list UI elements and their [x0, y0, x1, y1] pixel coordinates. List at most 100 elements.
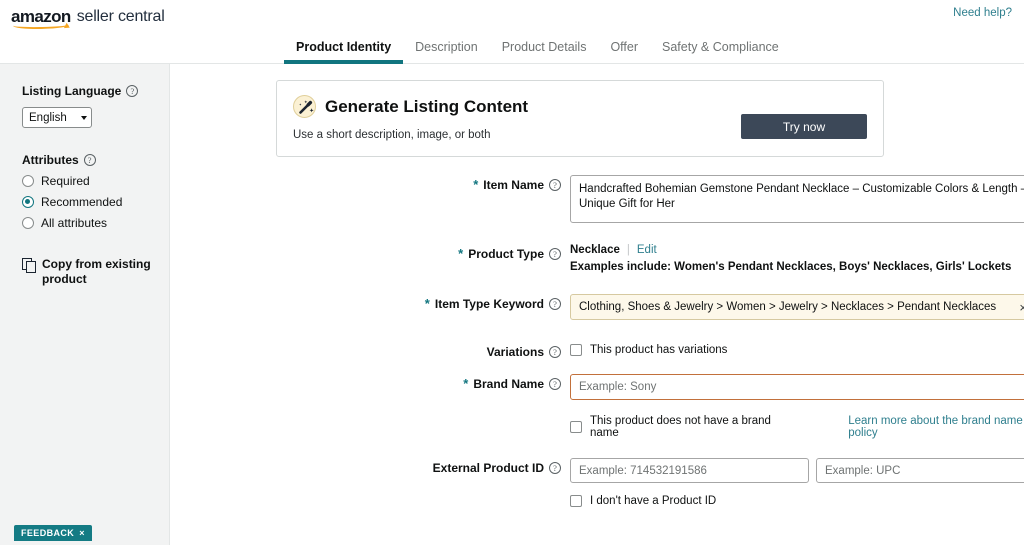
- radio-icon: [22, 175, 34, 187]
- product-type-field: Necklace | Edit Examples include: Women'…: [570, 244, 1024, 273]
- product-type-label-text: Product Type: [468, 247, 544, 261]
- variations-label-text: Variations: [486, 345, 544, 359]
- attributes-label: Attributes ?: [22, 153, 169, 167]
- tab-product-identity[interactable]: Product Identity: [284, 40, 404, 64]
- amazon-seller-central-logo[interactable]: amazon seller central: [0, 8, 165, 30]
- feedback-label: FEEDBACK: [21, 528, 75, 538]
- item-name-field: [570, 175, 1024, 228]
- brand-name-note-row: This product does not have a brand name …: [570, 415, 1024, 439]
- brand-name-policy-link[interactable]: Learn more about the brand name policy: [848, 415, 1024, 439]
- item-type-keyword-value: Clothing, Shoes & Jewelry > Women > Jewe…: [579, 301, 997, 313]
- sidebar: Listing Language ? English Attributes ? …: [0, 64, 170, 545]
- no-product-id-checkbox-row[interactable]: I don't have a Product ID: [570, 495, 1024, 507]
- chevron-down-icon: [81, 115, 87, 120]
- brand-name-input[interactable]: [570, 374, 1024, 400]
- external-product-id-input[interactable]: [570, 458, 809, 483]
- clear-icon[interactable]: ×: [1014, 300, 1024, 315]
- amazon-smile-icon: [12, 20, 70, 30]
- external-product-id-field: Example: UPC I don't have a Product ID: [570, 458, 1024, 507]
- main-content: Generate Listing Content Use a short des…: [170, 64, 1024, 545]
- close-icon[interactable]: ×: [79, 528, 85, 538]
- external-product-id-row: External Product ID ? Example: UPC: [170, 458, 1024, 507]
- radio-option-required[interactable]: Required: [22, 174, 169, 188]
- help-icon[interactable]: ?: [549, 298, 561, 310]
- help-icon[interactable]: ?: [549, 378, 561, 390]
- item-type-keyword-label: * Item Type Keyword ?: [170, 294, 570, 311]
- brand-name-label: * Brand Name ?: [170, 374, 570, 391]
- feedback-button[interactable]: FEEDBACK ×: [14, 525, 92, 541]
- no-product-id-checkbox-label: I don't have a Product ID: [590, 495, 717, 507]
- radio-label: All attributes: [41, 216, 108, 230]
- radio-option-recommended[interactable]: Recommended: [22, 195, 169, 209]
- try-now-button[interactable]: Try now: [741, 114, 867, 139]
- help-icon[interactable]: ?: [549, 462, 561, 474]
- radio-label: Required: [41, 174, 90, 188]
- no-brand-checkbox[interactable]: [570, 421, 582, 433]
- brand-name-row: * Brand Name ? This product does not hav…: [170, 374, 1024, 439]
- variations-row: Variations ? This product has variations: [170, 342, 1024, 359]
- product-type-value-row: Necklace | Edit: [570, 244, 1024, 256]
- help-icon[interactable]: ?: [549, 179, 561, 191]
- product-type-value: Necklace: [570, 244, 620, 256]
- variations-checkbox-row[interactable]: This product has variations: [570, 342, 1024, 356]
- external-product-id-type-select[interactable]: Example: UPC: [816, 458, 1024, 483]
- item-type-keyword-field: Clothing, Shoes & Jewelry > Women > Jewe…: [570, 294, 1024, 320]
- no-brand-checkbox-row[interactable]: This product does not have a brand name: [570, 415, 800, 439]
- help-icon[interactable]: ?: [549, 346, 561, 358]
- page-body: Listing Language ? English Attributes ? …: [0, 64, 1024, 545]
- help-icon[interactable]: ?: [126, 85, 139, 97]
- external-product-id-label-text: External Product ID: [432, 461, 544, 475]
- help-icon[interactable]: ?: [549, 248, 561, 260]
- required-asterisk: *: [473, 177, 479, 192]
- brand-name-label-text: Brand Name: [473, 377, 544, 391]
- no-product-id-checkbox[interactable]: [570, 495, 582, 507]
- top-bar: amazon seller central Need help?: [0, 0, 1024, 30]
- item-name-row: * Item Name ?: [170, 175, 1024, 228]
- product-type-edit-link[interactable]: Edit: [637, 244, 657, 256]
- magic-wand-icon: [293, 95, 316, 118]
- copy-from-existing-label: Copy from existing product: [42, 257, 151, 286]
- variations-checkbox[interactable]: [570, 344, 582, 356]
- radio-option-all-attributes[interactable]: All attributes: [22, 216, 169, 230]
- external-product-id-inputs: Example: UPC: [570, 458, 1024, 483]
- need-help-link[interactable]: Need help?: [953, 7, 1012, 19]
- tab-safety-compliance[interactable]: Safety & Compliance: [650, 40, 791, 63]
- radio-selected-icon: [22, 196, 34, 208]
- copy-from-existing-product-button[interactable]: Copy from existing product: [22, 257, 154, 287]
- item-type-keyword-combobox[interactable]: Clothing, Shoes & Jewelry > Women > Jewe…: [570, 294, 1024, 320]
- no-brand-checkbox-label: This product does not have a brand name: [590, 415, 771, 439]
- external-product-id-label: External Product ID ?: [170, 458, 570, 475]
- product-type-row: * Product Type ? Necklace | Edit Example…: [170, 244, 1024, 273]
- brand-name-field: This product does not have a brand name …: [570, 374, 1024, 439]
- help-icon[interactable]: ?: [83, 154, 96, 166]
- radio-icon: [22, 217, 34, 229]
- copy-icon: [22, 258, 36, 273]
- variations-field: This product has variations: [570, 342, 1024, 356]
- item-type-keyword-label-text: Item Type Keyword: [434, 297, 544, 311]
- listing-language-label: Listing Language ?: [22, 84, 169, 98]
- product-type-label: * Product Type ?: [170, 244, 570, 261]
- tab-description[interactable]: Description: [403, 40, 490, 63]
- variations-label: Variations ?: [170, 342, 570, 359]
- item-name-input[interactable]: [570, 175, 1024, 223]
- language-select-value: English: [29, 111, 67, 124]
- language-select[interactable]: English: [22, 107, 92, 128]
- seller-central-text: seller central: [76, 8, 165, 25]
- tab-offer[interactable]: Offer: [598, 40, 650, 63]
- attributes-text: Attributes: [22, 153, 79, 167]
- required-asterisk: *: [463, 376, 469, 391]
- amazon-wordmark: amazon: [11, 8, 71, 30]
- generate-card-title: Generate Listing Content: [325, 96, 529, 116]
- external-product-id-type-value: Example: UPC: [825, 464, 901, 477]
- generate-listing-content-card: Generate Listing Content Use a short des…: [276, 80, 884, 157]
- separator: |: [626, 244, 630, 256]
- required-asterisk: *: [424, 296, 430, 311]
- product-identity-form: * Item Name ? * Product Type ? Necklace: [170, 175, 1024, 507]
- tab-product-details[interactable]: Product Details: [490, 40, 599, 63]
- variations-checkbox-label: This product has variations: [590, 344, 728, 356]
- item-type-keyword-row: * Item Type Keyword ? Clothing, Shoes & …: [170, 294, 1024, 320]
- listing-language-text: Listing Language: [22, 84, 122, 98]
- item-name-label-text: Item Name: [483, 178, 544, 192]
- item-name-label: * Item Name ?: [170, 175, 570, 192]
- tab-bar: Product Identity Description Product Det…: [0, 29, 1024, 64]
